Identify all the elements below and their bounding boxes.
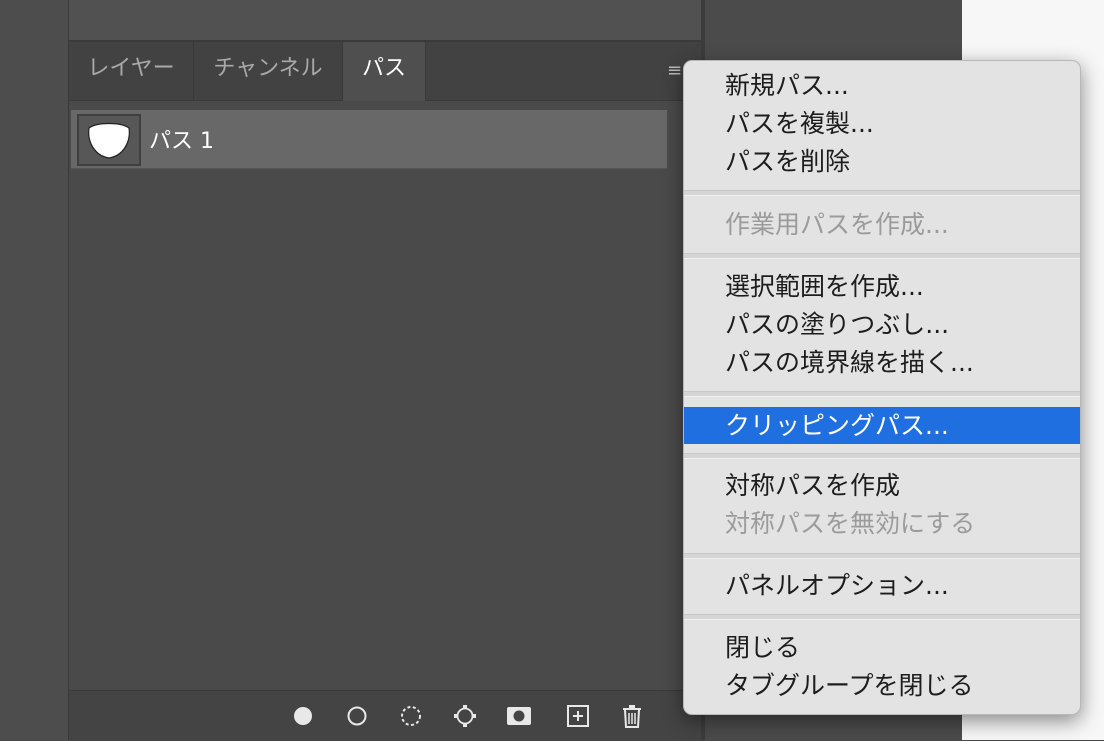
menu-item-fill-path[interactable]: パスの塗りつぶし... — [684, 306, 1080, 343]
menu-item-close-tab-group[interactable]: タブグループを閉じる — [684, 667, 1080, 704]
menu-separator — [684, 553, 1080, 559]
tab-paths[interactable]: パス — [343, 42, 426, 101]
hamburger-icon[interactable]: ≡ — [667, 60, 682, 81]
new-path-icon[interactable] — [565, 703, 591, 729]
menu-separator — [684, 391, 1080, 397]
menu-item-duplicate-path[interactable]: パスを複製... — [684, 105, 1080, 142]
panel-bottom-toolbar — [69, 690, 701, 741]
make-path-from-selection-icon[interactable] — [452, 703, 478, 729]
path-row[interactable]: パス 1 — [71, 110, 667, 169]
upper-panel — [69, 0, 701, 42]
menu-item-make-work-path: 作業用パスを作成... — [725, 210, 949, 239]
path-shape-icon — [88, 122, 130, 159]
menu-separator — [684, 253, 1080, 259]
menu-item-make-selection[interactable]: 選択範囲を作成... — [684, 268, 1080, 305]
menu-item-close[interactable]: 閉じる — [684, 629, 1080, 666]
path-thumbnail — [77, 114, 141, 166]
left-toolbar-strip — [0, 0, 69, 740]
stroke-path-icon[interactable] — [344, 703, 370, 729]
add-mask-icon[interactable] — [506, 703, 532, 729]
path-name: パス 1 — [149, 129, 214, 154]
menu-separator — [684, 453, 1080, 459]
menu-separator — [684, 614, 1080, 620]
delete-path-icon[interactable] — [619, 703, 645, 729]
paths-panel: レイヤー チャンネル パス ≡ パス 1 — [69, 42, 701, 741]
menu-item-disable-symmetry-path: 対称パスを無効にする — [725, 509, 976, 538]
panel-tab-bar: レイヤー チャンネル パス ≡ — [69, 42, 701, 101]
menu-item-new-path[interactable]: 新規パス... — [684, 67, 1080, 104]
tab-channels[interactable]: チャンネル — [194, 42, 343, 100]
menu-item-make-symmetry-path[interactable]: 対称パスを作成 — [684, 467, 1080, 504]
menu-item-panel-options[interactable]: パネルオプション... — [684, 567, 1080, 604]
menu-item-stroke-path[interactable]: パスの境界線を描く... — [684, 344, 1080, 381]
menu-item-clipping-path[interactable]: クリッピングパス... — [684, 407, 1080, 444]
load-selection-icon[interactable] — [398, 703, 424, 729]
menu-item-delete-path[interactable]: パスを削除 — [684, 143, 1080, 180]
paths-panel-menu: 新規パス... パスを複製... パスを削除 作業用パスを作成... 選択範囲を… — [683, 60, 1081, 715]
tab-layers[interactable]: レイヤー — [69, 42, 194, 100]
menu-separator — [684, 190, 1080, 196]
fill-path-icon[interactable] — [290, 703, 316, 729]
